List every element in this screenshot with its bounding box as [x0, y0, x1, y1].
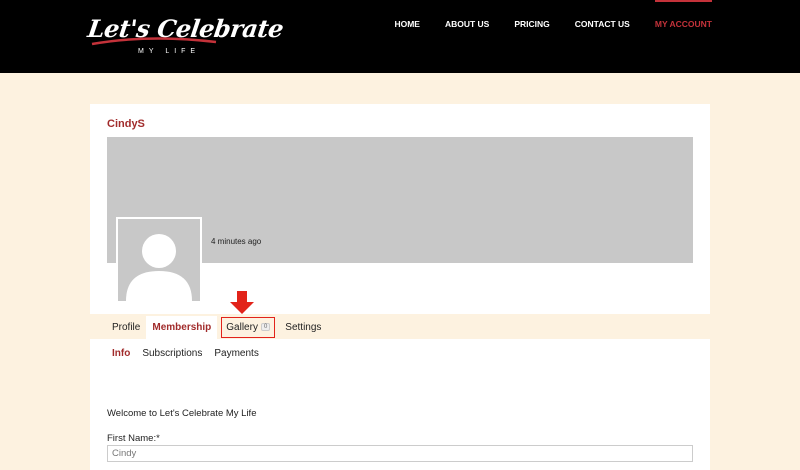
tab-gallery[interactable]: Gallery 0 — [221, 317, 276, 338]
membership-panel: Info Subscriptions Payments Welcome to L… — [90, 339, 710, 470]
avatar[interactable] — [116, 217, 202, 303]
site-header: Let's Celebrate MY LIFE HOME ABOUT US PR… — [0, 0, 800, 73]
profile-tabs: Profile Membership Gallery 0 Settings — [106, 316, 327, 339]
tab-settings[interactable]: Settings — [279, 316, 327, 339]
first-name-label: First Name:* — [107, 433, 160, 444]
nav-pricing[interactable]: PRICING — [514, 19, 549, 29]
logo-subtext: MY LIFE — [138, 48, 201, 55]
nav-home[interactable]: HOME — [394, 19, 420, 29]
first-name-input[interactable] — [107, 445, 693, 462]
membership-subtabs: Info Subscriptions Payments — [112, 348, 271, 359]
nav-my-account[interactable]: MY ACCOUNT — [654, 0, 713, 48]
subtab-info[interactable]: Info — [112, 348, 130, 359]
red-down-arrow-icon — [230, 291, 254, 314]
profile-username[interactable]: CindyS — [107, 118, 145, 130]
tab-gallery-label: Gallery — [226, 322, 258, 333]
profile-timestamp: 4 minutes ago — [211, 237, 262, 246]
subtab-subscriptions[interactable]: Subscriptions — [142, 348, 202, 359]
main-nav: HOME ABOUT US PRICING CONTACT US MY ACCO… — [369, 0, 713, 48]
nav-contact-us[interactable]: CONTACT US — [575, 19, 630, 29]
tab-profile[interactable]: Profile — [106, 316, 146, 339]
nav-about-us[interactable]: ABOUT US — [445, 19, 489, 29]
profile-card: CindyS 4 minutes ago — [90, 104, 710, 314]
site-logo[interactable]: Let's Celebrate MY LIFE — [86, 14, 285, 60]
gallery-count-badge: 0 — [260, 323, 271, 332]
subtab-payments[interactable]: Payments — [214, 348, 258, 359]
user-silhouette-icon — [126, 234, 192, 301]
welcome-message: Welcome to Let's Celebrate My Life — [107, 408, 257, 419]
tab-membership[interactable]: Membership — [146, 316, 218, 339]
logo-swoosh-icon — [91, 37, 217, 46]
